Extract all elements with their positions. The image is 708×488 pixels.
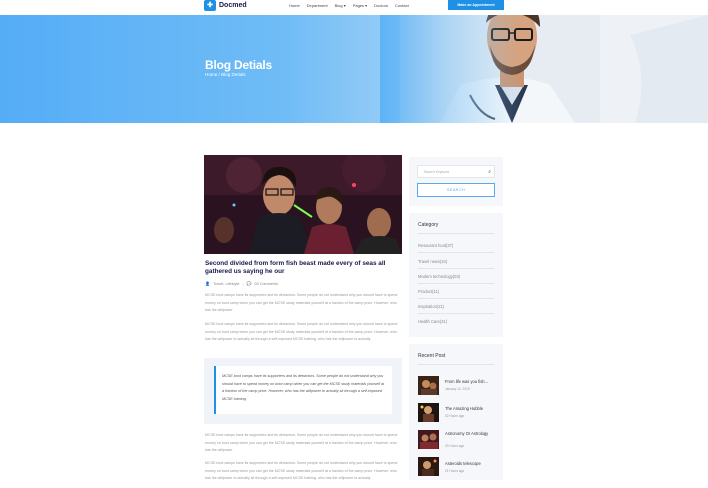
divider	[418, 364, 494, 365]
recent-post-time: January 12, 2019	[445, 387, 470, 391]
category-item[interactable]: Travel news(10)	[418, 259, 447, 264]
divider	[418, 313, 494, 314]
blockquote-inner: MCSE boot camps have its supporters and …	[214, 366, 392, 414]
appointment-button[interactable]: Make an Appointment	[448, 0, 504, 10]
meta-divider: |	[242, 281, 244, 286]
menu-item-home[interactable]: Home	[289, 3, 300, 8]
search-input[interactable]: Search Keyword ⌕	[417, 165, 495, 178]
comment-icon: 💬	[246, 281, 252, 286]
breadcrumb[interactable]: Home / Blog Detials	[205, 72, 246, 77]
recent-post-title[interactable]: Asteroids telescope	[445, 461, 500, 466]
logo-icon: ✚	[204, 0, 216, 11]
divider	[418, 233, 494, 234]
page-title: Blog Detials	[205, 58, 272, 72]
menu-item-doctors[interactable]: Doctors	[374, 3, 388, 8]
recent-post-heading: Recent Post	[418, 353, 446, 359]
category-heading: Category	[418, 222, 439, 228]
search-placeholder: Search Keyword	[424, 170, 449, 174]
main-menu: Home Department Blog ▾ Pages ▾ Doctors C…	[289, 3, 409, 8]
recent-post-widget: Recent Post From life was you fish... Ja…	[409, 344, 503, 480]
menu-item-department[interactable]: Department	[307, 3, 328, 8]
category-item[interactable]: Inspiration(21)	[418, 304, 444, 309]
user-icon: 👤	[205, 281, 210, 286]
logo-text: Docmed	[219, 2, 247, 9]
post-meta-comments[interactable]: 03 Comments	[254, 282, 278, 286]
quote-text: MCSE boot camps have its supporters and …	[222, 374, 385, 401]
menu-item-pages[interactable]: Pages ▾	[353, 3, 367, 8]
recent-post-title[interactable]: The Amazing Hubble	[445, 406, 500, 411]
divider	[418, 283, 494, 284]
category-item[interactable]: Modern technology(03)	[418, 274, 460, 279]
category-item[interactable]: Resaurant food(37)	[418, 243, 453, 248]
recent-post-thumbnail[interactable]	[418, 457, 439, 476]
page-banner: Blog Detials Home / Blog Detials	[0, 15, 708, 123]
blockquote: MCSE boot camps have its supporters and …	[204, 358, 402, 424]
paragraph: MCSE boot camps have its supporters and …	[205, 293, 398, 312]
post-meta-author[interactable]: Travel, Lifestyle	[213, 282, 239, 286]
search-widget: Search Keyword ⌕ SEARCH	[409, 157, 503, 206]
logo[interactable]: ✚ Docmed	[204, 0, 247, 11]
recent-post-time: 03 Hours ago	[445, 444, 465, 448]
top-navbar: ✚ Docmed Home Department Blog ▾ Pages ▾ …	[0, 0, 708, 15]
paragraph: MCSE boot camps have its supporters and …	[205, 433, 398, 452]
post-meta: 👤 Travel, Lifestyle | 💬 03 Comments	[205, 281, 278, 286]
post-title: Second divided from form fish beast made…	[205, 260, 386, 275]
paragraph: MCSE boot camps have its supporters and …	[205, 461, 398, 480]
recent-post-thumbnail[interactable]	[418, 430, 439, 449]
recent-post-time: 02 Hours ago	[445, 414, 465, 418]
paragraph: MCSE boot camps have its supporters and …	[205, 322, 398, 341]
recent-post-thumbnail[interactable]	[418, 403, 439, 422]
divider	[418, 252, 494, 253]
divider	[418, 268, 494, 269]
banner-gradient	[380, 15, 520, 123]
recent-post-time: 01 Hours ago	[445, 469, 465, 473]
search-icon[interactable]: ⌕	[488, 166, 491, 179]
recent-post-title[interactable]: From life was you fish...	[445, 379, 500, 384]
category-widget: Category Resaurant food(37) Travel news(…	[409, 213, 503, 337]
post-image	[204, 155, 402, 254]
divider	[418, 298, 494, 299]
recent-post-thumbnail[interactable]	[418, 376, 439, 395]
search-button[interactable]: SEARCH	[417, 183, 495, 197]
category-item[interactable]: Product(11)	[418, 289, 439, 294]
menu-item-contact[interactable]: Contact	[395, 3, 409, 8]
recent-post-title[interactable]: Astronomy Or Astrology	[445, 431, 500, 436]
category-item[interactable]: Health Care(21)	[418, 319, 447, 324]
menu-item-blog[interactable]: Blog ▾	[335, 3, 346, 8]
